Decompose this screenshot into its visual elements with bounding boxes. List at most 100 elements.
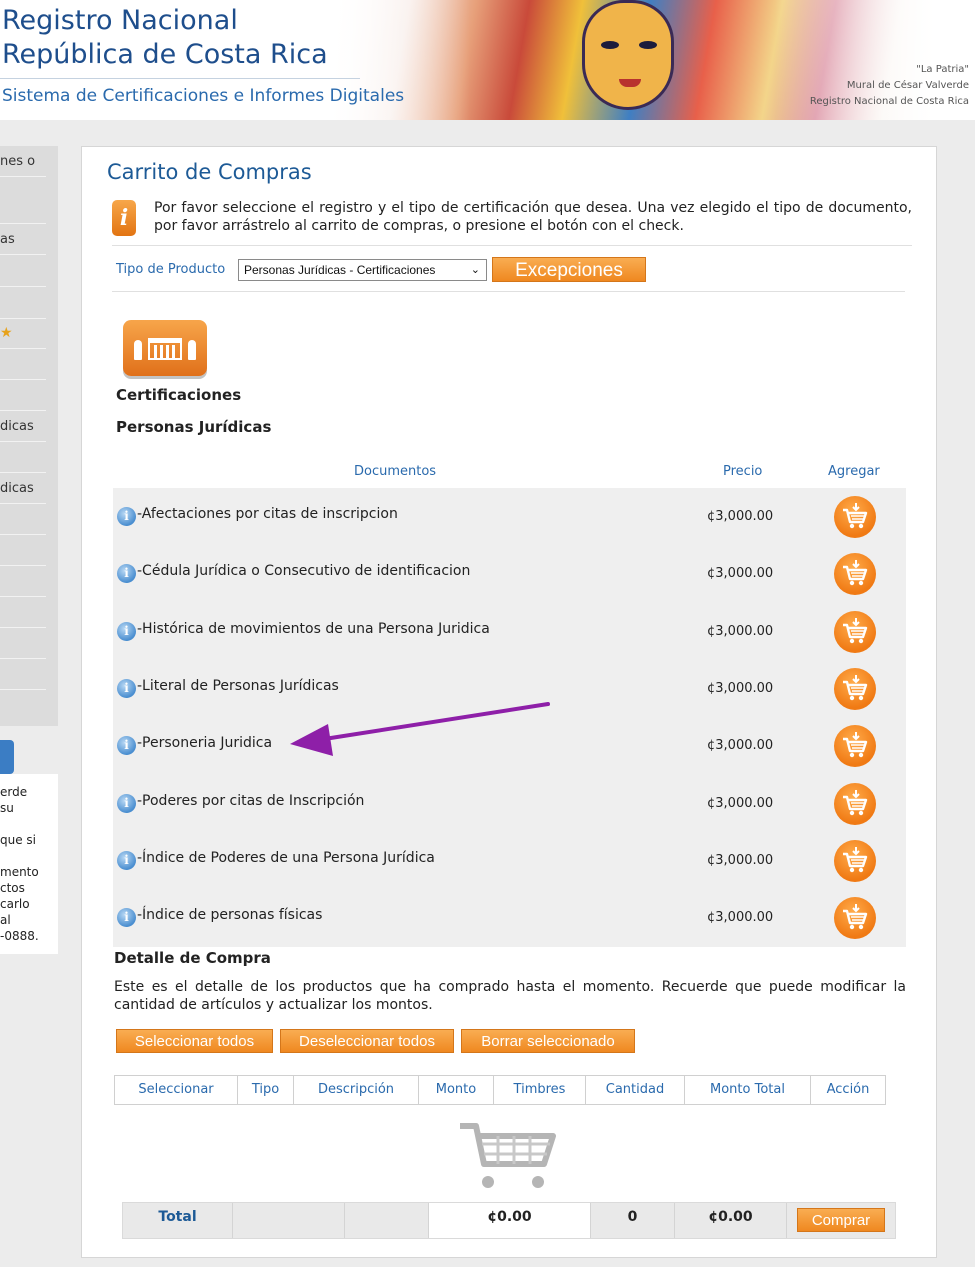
detail-title: Detalle de Compra (114, 949, 271, 967)
column-descripcion: Descripción (294, 1076, 419, 1104)
sidebar-item[interactable]: nes o (0, 146, 46, 177)
left-sidebar: nes o as ★ dicas dicas (0, 146, 58, 726)
star-icon: ★ (0, 325, 13, 341)
sidebar-item[interactable] (0, 193, 46, 224)
document-row[interactable]: i -Personeria Juridica ¢3,000.00 (113, 717, 906, 774)
site-subtitle: Sistema de Certificaciones e Informes Di… (2, 86, 405, 106)
document-price: ¢3,000.00 (707, 738, 774, 753)
document-price: ¢3,000.00 (707, 624, 774, 639)
sidebar-item[interactable] (0, 628, 46, 659)
cart-icon (843, 675, 868, 701)
sidebar-item[interactable] (0, 349, 46, 380)
sidebar-note: erde su que si mento ctos carlo al -0888… (0, 774, 58, 954)
sidebar-item[interactable] (0, 380, 46, 411)
sidebar-item[interactable] (0, 597, 46, 628)
document-row[interactable]: i -Histórica de movimientos de una Perso… (113, 603, 906, 660)
totals-row: Total ¢0.00 0 ¢0.00 (122, 1202, 896, 1239)
divider (112, 291, 905, 292)
column-tipo: Tipo (238, 1076, 294, 1104)
site-title[interactable]: Registro Nacional República de Costa Ric… (2, 4, 362, 72)
column-cantidad: Cantidad (586, 1076, 685, 1104)
add-to-cart-button[interactable] (834, 496, 876, 538)
cart-icon (843, 732, 868, 758)
document-name: -Literal de Personas Jurídicas (137, 678, 339, 694)
sidebar-item[interactable]: dicas (0, 411, 46, 442)
add-to-cart-button[interactable] (834, 783, 876, 825)
document-row[interactable]: i -Literal de Personas Jurídicas ¢3,000.… (113, 660, 906, 717)
document-row[interactable]: i -Índice de personas físicas ¢3,000.00 (113, 889, 906, 946)
sidebar-item[interactable] (0, 659, 46, 690)
product-type-label: Tipo de Producto (116, 262, 226, 277)
add-to-cart-button[interactable] (834, 668, 876, 710)
add-to-cart-button[interactable] (834, 553, 876, 595)
sidebar-tab[interactable] (0, 740, 14, 774)
column-header-precio: Precio (723, 464, 763, 479)
exceptions-button[interactable]: Excepciones (492, 257, 646, 282)
document-row[interactable]: i -Cédula Jurídica o Consecutivo de iden… (113, 545, 906, 602)
cart-icon (843, 790, 868, 816)
info-icon[interactable]: i (117, 622, 136, 641)
column-header-documentos: Documentos (354, 464, 437, 479)
empty-cart-icon (460, 1123, 556, 1188)
sidebar-item[interactable] (0, 535, 46, 566)
sidebar-item[interactable] (0, 566, 46, 597)
add-to-cart-button[interactable] (834, 611, 876, 653)
column-seleccionar: Seleccionar (115, 1076, 238, 1104)
add-to-cart-button[interactable] (834, 725, 876, 767)
divider (112, 245, 912, 246)
document-price: ¢3,000.00 (707, 910, 774, 925)
cart-icon (843, 503, 868, 529)
document-row[interactable]: i -Índice de Poderes de una Persona Jurí… (113, 832, 906, 889)
product-type-select[interactable]: Personas Jurídicas - Certificaciones ⌄ (238, 259, 487, 281)
document-price: ¢3,000.00 (707, 566, 774, 581)
column-timbres: Timbres (494, 1076, 586, 1104)
total-empty-cell (345, 1203, 429, 1238)
select-all-button[interactable]: Seleccionar todos (116, 1029, 273, 1053)
info-icon[interactable]: i (117, 908, 136, 927)
delete-selected-button[interactable]: Borrar seleccionado (461, 1029, 635, 1053)
document-name: -Poderes por citas de Inscripción (137, 793, 365, 809)
total-label: Total (123, 1203, 233, 1238)
category-title: Certificaciones (116, 386, 242, 404)
info-icon[interactable]: i (117, 794, 136, 813)
detail-text: Este es el detalle de los productos que … (114, 979, 906, 1013)
site-header: Registro Nacional República de Costa Ric… (0, 0, 975, 120)
add-to-cart-button[interactable] (834, 897, 876, 939)
sidebar-item[interactable] (0, 256, 46, 287)
sidebar-item[interactable]: dicas (0, 473, 46, 504)
total-monto: ¢0.00 (429, 1203, 591, 1238)
info-icon: i (112, 200, 136, 236)
document-price: ¢3,000.00 (707, 853, 774, 868)
add-to-cart-button[interactable] (834, 840, 876, 882)
document-price: ¢3,000.00 (707, 681, 774, 696)
total-empty-cell (233, 1203, 345, 1238)
sidebar-item[interactable] (0, 288, 46, 319)
sidebar-item[interactable] (0, 504, 46, 535)
document-price: ¢3,000.00 (707, 796, 774, 811)
cart-icon (843, 560, 868, 586)
info-icon[interactable]: i (117, 564, 136, 583)
sidebar-item[interactable]: as (0, 224, 46, 255)
deselect-all-button[interactable]: Deseleccionar todos (280, 1029, 454, 1053)
column-header-agregar: Agregar (828, 464, 880, 479)
info-icon[interactable]: i (117, 736, 136, 755)
info-icon[interactable]: i (117, 507, 136, 526)
document-name: -Personeria Juridica (137, 735, 273, 751)
certifications-category-icon[interactable] (123, 320, 207, 376)
document-row[interactable]: i -Afectaciones por citas de inscripcion… (113, 488, 906, 545)
cart-icon (843, 847, 868, 873)
column-accion: Acción (826, 1082, 870, 1097)
sidebar-item[interactable] (0, 442, 46, 473)
mural-face-image (582, 0, 674, 110)
sidebar-item-favorites[interactable]: ★ (0, 318, 46, 349)
document-price: ¢3,000.00 (707, 509, 774, 524)
cart-icon (843, 904, 868, 930)
document-row[interactable]: i -Poderes por citas de Inscripción ¢3,0… (113, 775, 906, 832)
total-cantidad: 0 (591, 1203, 675, 1238)
document-name: -Cédula Jurídica o Consecutivo de identi… (137, 563, 471, 579)
info-icon[interactable]: i (117, 679, 136, 698)
document-name: -Histórica de movimientos de una Persona… (137, 621, 490, 637)
buy-button[interactable]: Comprar (797, 1208, 885, 1232)
intro-text: Por favor seleccione el registro y el ti… (154, 200, 912, 234)
info-icon[interactable]: i (117, 851, 136, 870)
